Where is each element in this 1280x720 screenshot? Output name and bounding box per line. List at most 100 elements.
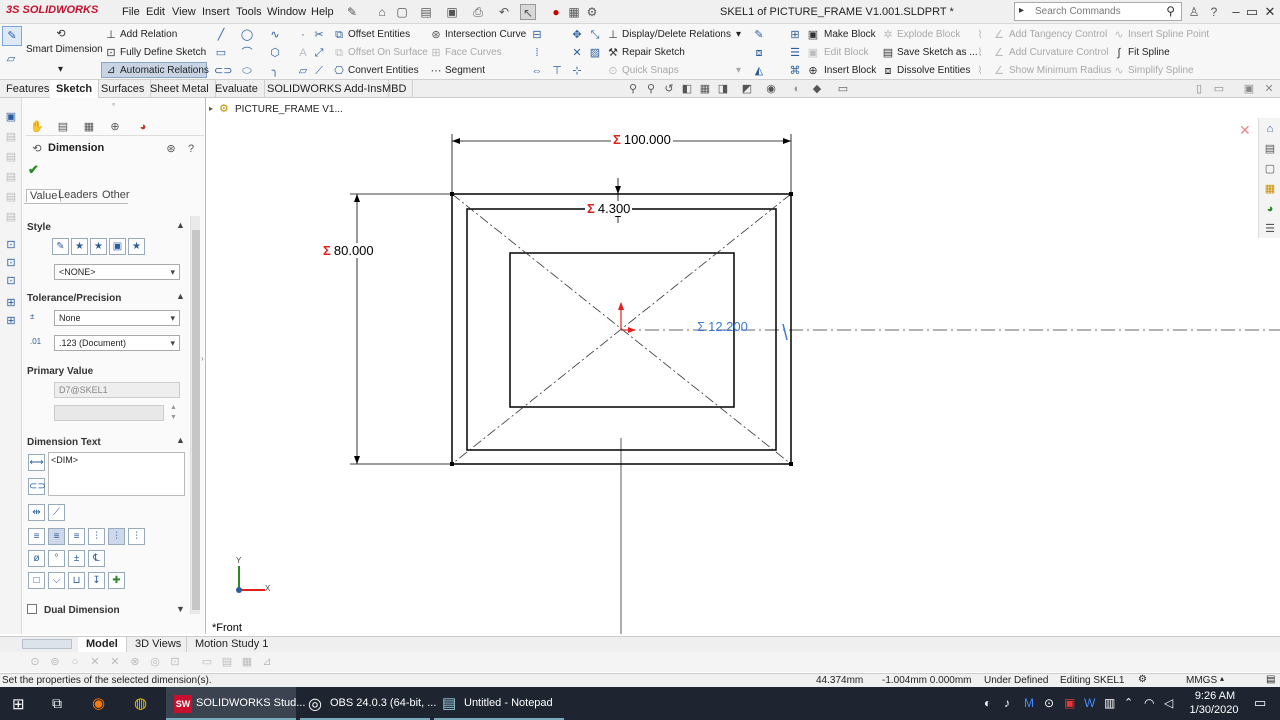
status-tool-icon[interactable]: ⊙ [28,655,42,669]
apply-scene-icon[interactable]: ◆ [810,82,824,96]
linear-pattern-icon[interactable]: ⁞ [530,46,544,60]
status-tool-icon[interactable]: ⊡ [168,655,182,669]
tab-scroll-arrows[interactable] [22,639,72,649]
hide-show-items-icon[interactable]: ◉ [764,82,778,96]
undo-icon[interactable]: ↶ [496,4,512,20]
notifications-icon[interactable]: ▭ [1254,695,1266,711]
insert-block-button[interactable]: Insert Block [824,65,876,76]
scale-entities-icon[interactable]: ⤡ [588,28,602,42]
home-icon[interactable]: ⌂ [374,4,390,20]
status-tool-icon[interactable]: ▭ [200,655,214,669]
move-entities-icon[interactable]: ✥ [570,28,584,42]
add-tangency-button[interactable]: Add Tangency Control [1009,29,1107,40]
offset-on-surface-button[interactable]: Offset On Surface [348,47,428,58]
dissolve-entities-button[interactable]: Dissolve Entities [897,65,970,76]
mirror-entities-icon[interactable]: ⊟ [530,28,544,42]
chrome-icon[interactable]: ◍ [134,694,147,712]
style-update-icon[interactable]: ★ [90,238,107,255]
rectangle-icon[interactable]: ▭ [214,46,228,60]
word-icon[interactable]: W [1084,696,1095,710]
resources-icon[interactable]: ⌂ [1263,122,1277,136]
strip-icon-5[interactable]: ▤ [4,190,18,204]
tab-features[interactable]: Features [0,80,57,98]
strip-icon-6[interactable]: ▤ [4,210,18,224]
shaded-contours-icon[interactable]: ◭ [752,64,766,78]
strip-select-icon[interactable]: ▣ [4,110,18,124]
dim-text-add-parentheses-icon[interactable]: ⟷ [28,454,45,471]
status-tool-icon[interactable]: ○ [68,655,82,669]
dynamic-annotation-icon[interactable]: ▦ [698,82,712,96]
viewport-icon[interactable]: ▯ [1192,82,1206,96]
sketch-button[interactable]: ✎ [2,26,22,46]
dim-text-inspection-icon[interactable]: ⊂⊃ [28,478,46,495]
tolerance-collapse-icon[interactable]: ▲ [176,291,185,301]
style-collapse-icon[interactable]: ▲ [176,220,185,230]
justify-top-icon[interactable]: ⫶ [88,528,105,545]
comment-icon[interactable]: ▤ [1266,674,1275,685]
offset-entities-button[interactable]: Offset Entities [348,29,410,40]
spin-up-icon[interactable]: ▲ [170,404,177,411]
strip-icon-9[interactable]: ⊡ [4,274,18,288]
status-tool-icon[interactable]: ◎ [148,655,162,669]
help-icon[interactable]: ? [1206,4,1222,20]
fully-define-button[interactable]: Fully Define Sketch [120,47,206,58]
plus-minus-symbol-icon[interactable]: ± [68,550,85,567]
pm-grip[interactable]: ° [112,102,115,111]
print-icon[interactable]: ⎙ [470,4,486,20]
status-tool-icon[interactable]: ✕ [108,655,122,669]
dimxpert-tab-icon[interactable]: ⊕ [108,120,122,134]
active-dimension-cursor[interactable] [782,323,788,341]
height-dimension[interactable]: Σ 80.000 [321,243,376,258]
trim-icon[interactable]: ✂ [312,28,326,42]
face-curves-button[interactable]: Face Curves [445,47,502,58]
open-icon[interactable]: ▤ [418,4,434,20]
counterbore-symbol-icon[interactable]: ⊔ [68,572,85,589]
ok-check-icon[interactable]: ✔ [28,162,39,178]
strip-icon-10[interactable]: ⊞ [4,296,18,310]
close-icon[interactable]: ✕ [1260,2,1280,22]
menu-edit[interactable]: Edit [146,6,165,18]
explode-block-button[interactable]: Explode Block [897,29,960,40]
align-center-icon[interactable]: ≡ [48,528,65,545]
align-right-icon[interactable]: ≡ [68,528,85,545]
curvature-icon[interactable]: ⌇ [973,46,987,60]
convert-entities-button[interactable]: Convert Entities [348,65,419,76]
file-explorer-icon[interactable]: ▢ [1263,162,1277,176]
edit-appearance-icon[interactable]: ◐ [790,82,804,96]
status-tool-icon[interactable]: ⊚ [48,655,62,669]
add-curvature-button[interactable]: Add Curvature Control [1009,47,1109,58]
style-select[interactable]: <NONE> [54,264,180,280]
cancel-x-icon[interactable]: ✕ [1239,122,1251,139]
tab-sheet-metal[interactable]: Sheet Metal [144,80,216,98]
add-relation-button[interactable]: Add Relation [120,29,177,40]
tray-icon[interactable]: ⊙ [1044,696,1054,710]
dimension-text-collapse-icon[interactable]: ▲ [176,435,185,445]
dual-dimension-expand-icon[interactable]: ▼ [176,604,185,614]
pm-help-icon[interactable]: ? [184,142,198,156]
style-load-icon[interactable]: ★ [128,238,145,255]
line-icon[interactable]: ╱ [214,28,228,42]
view-minimize-icon[interactable]: ▭ [1212,82,1226,96]
menu-window[interactable]: Window [267,6,306,18]
firefox-icon[interactable]: ◉ [92,694,105,712]
view-settings-icon[interactable]: ▭ [836,82,850,96]
active-dimension[interactable]: Σ 12.200 [697,319,748,334]
smart-dimension-icon[interactable]: ⟲ [54,27,68,41]
status-tool-icon[interactable]: ⊿ [260,655,274,669]
quick-snaps-dropdown-icon[interactable]: ▾ [736,65,741,76]
sketch-canvas[interactable] [207,98,1280,634]
rebuild-icon[interactable]: ● [548,4,564,20]
menu-file[interactable]: File [122,6,140,18]
style-add-icon[interactable]: ★ [71,238,88,255]
display-style-icon[interactable]: ◩ [740,82,754,96]
text-icon[interactable]: A [296,46,310,60]
tray-icon[interactable]: ▥ [1104,696,1115,710]
ellipse-icon[interactable]: ⬭ [240,64,254,78]
tab-mbd[interactable]: MBD [376,80,414,98]
block-icon[interactable]: ⊞ [788,28,802,42]
tray-icon[interactable]: ◐ [984,696,991,710]
strip-icon-8[interactable]: ⊡ [4,256,18,270]
section-view-icon[interactable]: ◧ [680,82,694,96]
tab-3d-views[interactable]: 3D Views [126,637,189,652]
zoom-to-fit-icon[interactable]: ⚲ [626,82,640,96]
